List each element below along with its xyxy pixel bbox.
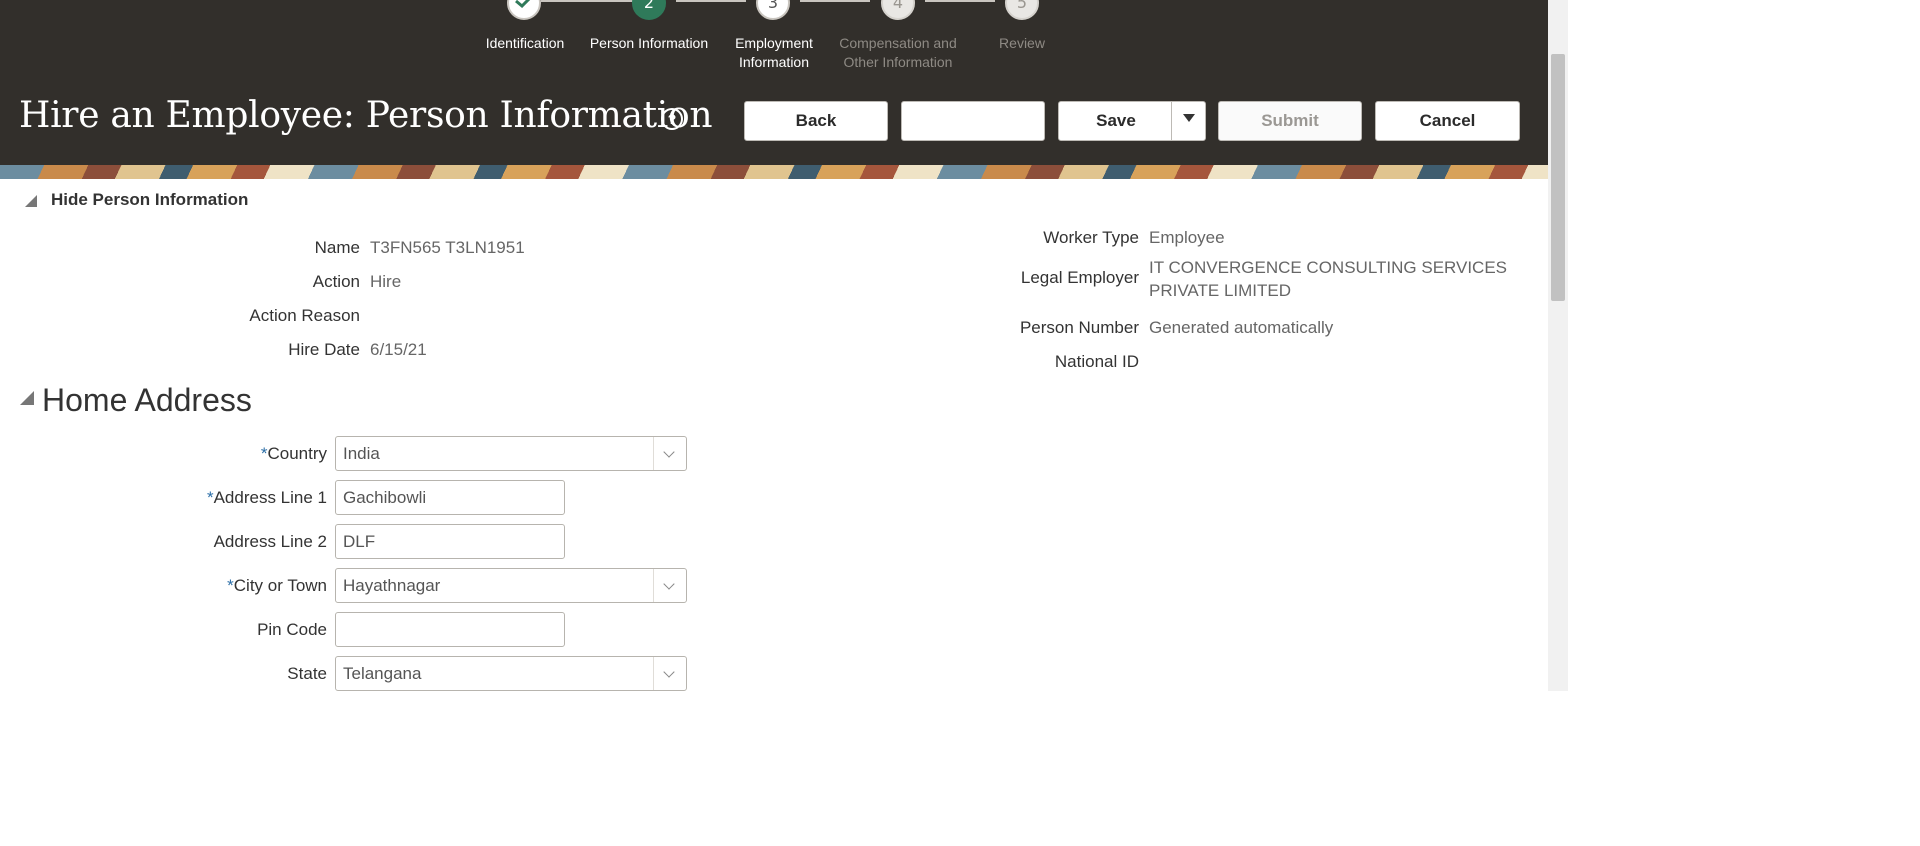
home-address-title: Home Address: [42, 382, 252, 418]
hide-person-information-toggle[interactable]: Hide Person Information: [25, 190, 248, 210]
train-connector: [541, 0, 633, 2]
cancel-button-label: Cancel: [1419, 111, 1476, 130]
city-dropdown-button[interactable]: [653, 569, 686, 602]
train-step-person-information[interactable]: 2: [632, 0, 666, 20]
required-asterisk: *: [206, 488, 214, 507]
train-step-label-line: Other Information: [843, 54, 953, 70]
decorative-banner: [0, 165, 1548, 179]
country-label-text: Country: [267, 444, 327, 463]
address1-value: Gachibowli: [343, 488, 427, 507]
legal-employer-line: PRIVATE LIMITED: [1149, 281, 1292, 300]
page-header: 2 3 4 5 Identification Person Informatio…: [0, 0, 1548, 165]
address-line-1-input[interactable]: Gachibowli: [335, 480, 565, 515]
home-address-heading[interactable]: Home Address: [20, 382, 252, 419]
save-button-label: Save: [1096, 111, 1136, 130]
national-id-label: National ID: [1054, 352, 1139, 371]
legal-employer-line: IT CONVERGENCE CONSULTING SERVICES: [1149, 258, 1508, 277]
train-step-label[interactable]: Employment Information: [704, 34, 844, 72]
legal-employer-value: IT CONVERGENCE CONSULTING SERVICES PRIVA…: [1149, 256, 1507, 302]
train-connector: [800, 0, 870, 2]
name-value: T3FN565 T3LN1951: [370, 238, 525, 257]
submit-button-label: Submit: [1261, 111, 1319, 130]
train-step-label[interactable]: Person Information: [579, 34, 719, 53]
state-dropdown-button[interactable]: [653, 657, 686, 690]
train-step-label[interactable]: Identification: [455, 34, 595, 53]
train-connector: [676, 0, 746, 2]
back-button[interactable]: Back: [744, 101, 888, 141]
city-select[interactable]: Hayathnagar: [335, 568, 687, 603]
person-number-value: Generated automatically: [1149, 318, 1334, 337]
vertical-scrollbar[interactable]: [1548, 0, 1568, 691]
save-menu-button[interactable]: [1171, 102, 1205, 140]
submit-button[interactable]: Submit: [1218, 101, 1362, 141]
train-step-label: Review: [999, 35, 1045, 51]
step-number: 4: [892, 0, 904, 12]
pin-code-input[interactable]: [335, 612, 565, 647]
address1-label-text: Address Line 1: [213, 488, 327, 507]
state-label: State: [287, 664, 327, 683]
train-connector: [925, 0, 995, 2]
train-step-review: 5: [1005, 0, 1039, 20]
state-value: Telangana: [343, 664, 422, 683]
action-reason-label: Action Reason: [249, 306, 360, 325]
country-dropdown-button[interactable]: [653, 437, 686, 470]
section-toggle-label: Hide Person Information: [51, 190, 249, 209]
worker-type-label: Worker Type: [1043, 228, 1139, 247]
chevron-down-icon: [663, 578, 675, 590]
person-number-label: Person Number: [1019, 318, 1139, 337]
city-label-text: City or Town: [233, 576, 327, 595]
hire-date-value: 6/15/21: [370, 340, 427, 359]
save-button[interactable]: Save: [1058, 101, 1206, 141]
collapse-triangle-icon: [20, 391, 34, 405]
worker-type-value: Employee: [1149, 228, 1225, 247]
chevron-down-icon: [663, 666, 675, 678]
legal-employer-label: Legal Employer: [1020, 268, 1139, 287]
action-value: Hire: [370, 272, 402, 291]
train-step-label-line: Compensation and: [839, 35, 957, 51]
state-select[interactable]: Telangana: [335, 656, 687, 691]
address2-value: DLF: [343, 532, 376, 551]
cancel-button[interactable]: Cancel: [1375, 101, 1520, 141]
back-button-label: Back: [795, 111, 837, 130]
step-number: 3: [767, 0, 779, 12]
caret-down-icon: [1183, 114, 1195, 122]
blank-button[interactable]: [901, 101, 1045, 141]
city-label: *City or Town: [227, 576, 327, 596]
collapse-triangle-icon: [25, 194, 37, 207]
page-title: Hire an Employee: Person Information: [19, 95, 713, 136]
checkmark-icon: [515, 0, 531, 9]
hire-date-label: Hire Date: [288, 340, 360, 359]
help-icon[interactable]: ?: [661, 108, 683, 130]
step-number: 5: [1016, 0, 1028, 12]
country-value: India: [343, 444, 380, 463]
step-number: 2: [643, 0, 655, 12]
train-step-label-line: Employment: [735, 35, 813, 51]
scrollbar-thumb[interactable]: [1551, 54, 1565, 301]
train-step-identification[interactable]: [507, 0, 541, 20]
address1-label: *Address Line 1: [207, 488, 327, 508]
train-step-employment-information[interactable]: 3: [756, 0, 790, 20]
train-step-compensation: 4: [881, 0, 915, 20]
city-value: Hayathnagar: [343, 576, 441, 595]
name-label: Name: [314, 238, 360, 257]
country-label: *Country: [261, 444, 327, 464]
required-asterisk: *: [227, 576, 234, 595]
train-step-label: Compensation and Other Information: [828, 34, 968, 72]
address2-label: Address Line 2: [213, 532, 327, 551]
chevron-down-icon: [663, 446, 675, 458]
country-select[interactable]: India: [335, 436, 687, 471]
train-step-label-line: Information: [738, 54, 810, 70]
address-line-2-input[interactable]: DLF: [335, 524, 565, 559]
pin-code-label: Pin Code: [257, 620, 327, 639]
action-label: Action: [312, 272, 360, 291]
